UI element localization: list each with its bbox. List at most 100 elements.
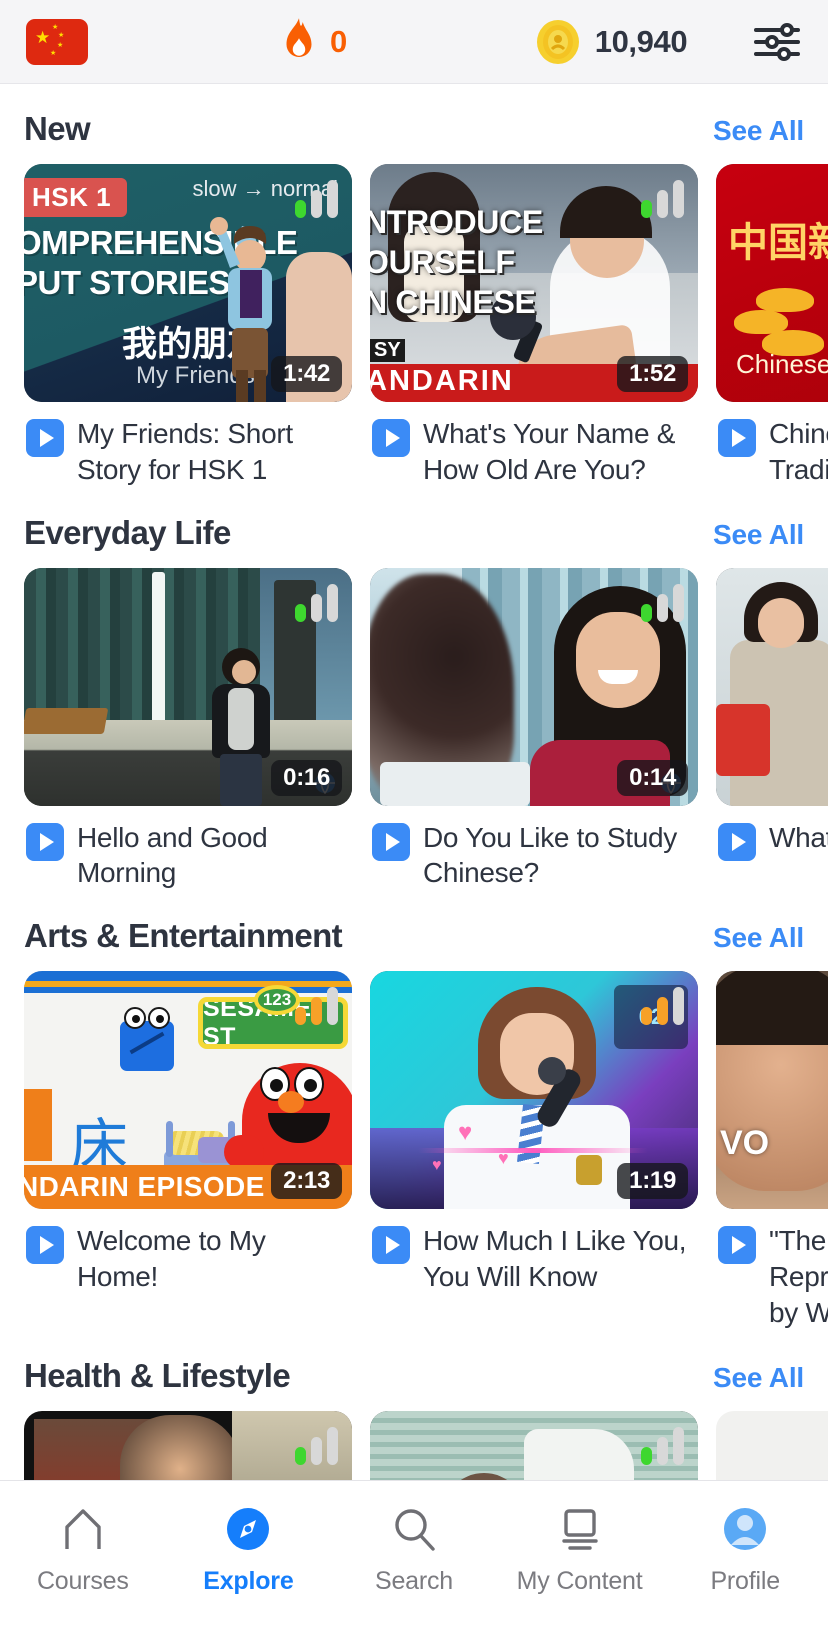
explore-scroll-area[interactable]: New See All HSK 1 OMPREHENSIBLE PUT STOR… [0, 84, 828, 1480]
video-card[interactable]: ♥ ♥ ♥ 02 1:19 How Much I Like You, You W… [370, 971, 698, 1330]
video-thumbnail[interactable]: NTRODUCE OURSELF N CHINESE SY ANDARIN 1:… [370, 164, 698, 402]
section-header: Everyday Life See All [0, 514, 828, 568]
streak-counter[interactable]: 0 [278, 17, 347, 67]
play-icon[interactable] [26, 822, 64, 861]
play-icon[interactable] [718, 419, 756, 457]
video-rail-health-lifestyle[interactable] [0, 1410, 828, 1480]
video-thumbnail[interactable]: HSK 1 OMPREHENSIBLE PUT STORIES 我的朋友 My … [24, 164, 352, 402]
sliders-icon[interactable] [754, 22, 802, 62]
avatar-icon [719, 1503, 771, 1555]
play-icon[interactable] [372, 822, 410, 861]
video-duration: 0:14 [617, 759, 688, 796]
video-thumbnail[interactable]: SESAME ST 123 床 NDARIN EPISODE 2:13 [24, 971, 352, 1210]
video-card[interactable]: NTRODUCE OURSELF N CHINESE SY ANDARIN 1:… [370, 164, 698, 488]
video-title: What's Your Name & How Old Are You? [423, 418, 676, 485]
thumbnail-art [716, 567, 828, 806]
video-duration: 0:16 [271, 759, 342, 796]
video-meta: Hello and Good Morning [24, 806, 352, 892]
play-icon[interactable] [26, 1226, 64, 1265]
monitor-icon [554, 1503, 606, 1555]
video-card[interactable]: VO "The Moon Represents My Heart" by Wan… [716, 971, 828, 1330]
tab-courses[interactable]: Courses [0, 1503, 166, 1596]
light-beam [418, 1148, 648, 1154]
section-everyday-life: Everyday Life See All 0:16 Hello and Goo… [0, 488, 828, 892]
video-duration: 1:42 [271, 356, 342, 392]
see-all-link-arts-entertainment[interactable]: See All [713, 922, 804, 954]
flame-icon [286, 17, 312, 57]
tab-label-my-content: My Content [516, 1567, 643, 1595]
tab-explore[interactable]: Explore [166, 1503, 332, 1596]
see-all-link-everyday-life[interactable]: See All [713, 519, 804, 551]
home-icon [57, 1503, 109, 1555]
coin-icon [536, 19, 579, 64]
video-rail-new[interactable]: HSK 1 OMPREHENSIBLE PUT STORIES 我的朋友 My … [0, 164, 828, 488]
section-title: New [24, 110, 91, 147]
section-title: Arts & Entertainment [24, 917, 343, 955]
video-title: Welcome to My Home! [77, 1225, 266, 1293]
thumb-brand: ANDARIN [370, 365, 514, 397]
play-icon[interactable] [718, 822, 756, 861]
tab-label-courses: Courses [36, 1567, 129, 1595]
difficulty-level-indicator [295, 582, 338, 622]
play-icon[interactable] [26, 419, 64, 457]
section-header: New See All [0, 110, 828, 164]
see-all-link-new[interactable]: See All [713, 115, 804, 147]
shopping-bag [716, 703, 770, 776]
compass-icon [222, 1503, 274, 1555]
video-title: What Are You Doing? [769, 821, 828, 853]
thumb-chinese-title: 中国新 [728, 221, 828, 265]
video-meta: "The Moon Represents My Heart" by Wang F… [716, 1209, 828, 1330]
video-meta: Chinese New Year Traditions [716, 402, 828, 488]
thumbnail-art: VO [716, 971, 828, 1210]
language-flag-button[interactable]: ★ ★ ★ ★ ★ [26, 18, 88, 65]
play-icon[interactable] [718, 1226, 756, 1265]
video-thumbnail[interactable]: ♥ ♥ ♥ 02 1:19 [370, 971, 698, 1210]
see-all-link-health-lifestyle[interactable]: See All [713, 1362, 804, 1394]
video-meta: My Friends: Short Story for HSK 1 [24, 402, 352, 488]
video-thumbnail[interactable] [24, 1410, 352, 1480]
video-card[interactable]: HSK 1 OMPREHENSIBLE PUT STORIES 我的朋友 My … [24, 164, 352, 488]
uniform-badge [576, 1155, 602, 1186]
tab-label-search: Search [374, 1567, 453, 1595]
video-card[interactable]: SESAME ST 123 床 NDARIN EPISODE 2:13 Welc… [24, 971, 352, 1330]
video-thumbnail[interactable]: 0:16 [24, 567, 352, 806]
video-thumbnail[interactable] [716, 567, 828, 806]
section-header: Health & Lifestyle See All [0, 1357, 828, 1411]
thumb-headline-3: N CHINESE [370, 284, 536, 320]
face [758, 597, 804, 648]
video-thumbnail[interactable]: 中国新 Chinese [716, 164, 828, 402]
tab-search[interactable]: Search [331, 1503, 497, 1596]
video-meta: Do You Like to Study Chinese? [370, 806, 698, 892]
coin-balance[interactable]: 10,940 [535, 19, 688, 65]
gold-ingot [756, 288, 814, 312]
video-card[interactable]: 中国新 Chinese Chinese New Year Traditions [716, 164, 828, 488]
difficulty-level-indicator [295, 178, 338, 218]
section-arts-entertainment: Arts & Entertainment See All SESAME ST 1… [0, 891, 828, 1330]
play-icon[interactable] [372, 1226, 410, 1265]
tab-profile[interactable]: Profile [662, 1503, 828, 1596]
china-flag-icon: ★ ★ ★ ★ ★ [26, 18, 88, 65]
heart-decor: ♥ [432, 1157, 442, 1175]
thumbnail-art: 中国新 Chinese [716, 164, 828, 402]
thumb-headline-2: OURSELF [370, 244, 515, 280]
video-thumbnail[interactable]: VO [716, 971, 828, 1210]
difficulty-level-indicator [641, 1425, 684, 1465]
coin-count: 10,940 [594, 23, 688, 59]
video-rail-everyday-life[interactable]: 0:16 Hello and Good Morning 0:14 Do You … [0, 567, 828, 892]
video-card[interactable]: 0:14 Do You Like to Study Chinese? [370, 567, 698, 892]
video-rail-arts-entertainment[interactable]: SESAME ST 123 床 NDARIN EPISODE 2:13 Welc… [0, 971, 828, 1330]
video-thumbnail[interactable] [716, 1410, 828, 1480]
video-meta: What Are You Doing? [716, 806, 828, 861]
thumb-english-title: Chinese [736, 349, 828, 379]
difficulty-level-indicator [641, 178, 684, 218]
section-new: New See All HSK 1 OMPREHENSIBLE PUT STOR… [0, 84, 828, 488]
video-title: Do You Like to Study Chinese? [423, 821, 677, 889]
video-duration: 1:52 [617, 356, 688, 392]
tab-my-content[interactable]: My Content [497, 1503, 663, 1596]
video-card[interactable]: 0:16 Hello and Good Morning [24, 567, 352, 892]
play-icon[interactable] [372, 419, 410, 457]
video-thumbnail[interactable]: 0:14 [370, 567, 698, 806]
video-card[interactable]: What Are You Doing? [716, 567, 828, 892]
decor-block [24, 1089, 52, 1162]
video-thumbnail[interactable] [370, 1410, 698, 1480]
